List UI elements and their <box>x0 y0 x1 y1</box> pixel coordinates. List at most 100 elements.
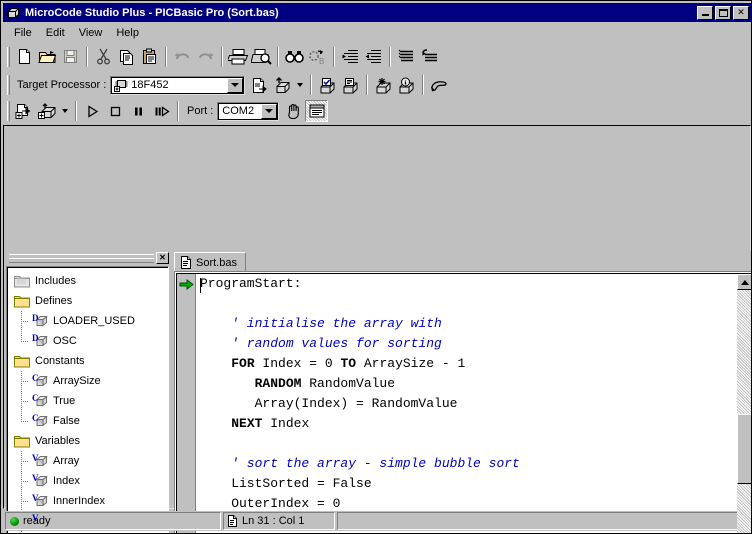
caret-position-text: Ln 31 : Col 1 <box>242 515 304 527</box>
toolbar-separator <box>75 101 77 121</box>
tabstrip-filler <box>246 252 752 272</box>
menu-item-file[interactable]: File <box>7 25 39 41</box>
isd-program-dropdown-button[interactable] <box>59 100 71 122</box>
open-file-button[interactable] <box>36 46 59 68</box>
chip-info-button[interactable] <box>395 74 418 96</box>
chevron-down-icon[interactable] <box>227 78 243 93</box>
undo-button[interactable] <box>171 46 194 68</box>
vertical-scroll-thumb[interactable] <box>737 414 752 484</box>
print-button[interactable] <box>227 46 250 68</box>
application-window: MicroCode Studio Plus - PICBasic Pro (So… <box>0 0 752 534</box>
tree-node-label: OSC <box>53 335 77 347</box>
toolbar-grip[interactable] <box>7 101 10 121</box>
find-button[interactable] <box>283 46 306 68</box>
paste-button[interactable] <box>138 46 161 68</box>
run-button[interactable] <box>81 100 104 122</box>
replace-button[interactable]: B <box>306 46 329 68</box>
code-token: ProgramStart: <box>200 276 301 291</box>
menu-item-help[interactable]: Help <box>109 25 146 41</box>
tree-folder-node[interactable]: Constants <box>8 351 168 371</box>
program-dropdown-button[interactable] <box>294 74 306 96</box>
step-button[interactable] <box>150 100 173 122</box>
program-button[interactable] <box>271 74 294 96</box>
scroll-up-button[interactable] <box>737 274 752 290</box>
tree-item-node[interactable]: VArray <box>8 451 168 471</box>
editor-panel: Sort.bas ProgramStart: ' initialise the … <box>174 251 752 534</box>
code-text-area[interactable]: ProgramStart: ' initialise the array wit… <box>197 274 733 534</box>
tree-folder-node[interactable]: Variables <box>8 431 168 451</box>
status-led-icon <box>10 517 19 526</box>
tree-node-label: Includes <box>35 275 76 287</box>
minimize-button[interactable] <box>697 6 713 20</box>
tree-folder-node[interactable]: Defines <box>8 291 168 311</box>
document-icon <box>180 256 192 269</box>
print-preview-button[interactable] <box>250 46 273 68</box>
indent-button[interactable] <box>339 46 362 68</box>
isd-compile-button[interactable] <box>13 100 36 122</box>
isd-debug-button[interactable] <box>372 74 395 96</box>
tree-item-node[interactable]: VIndex <box>8 471 168 491</box>
constant-cube-icon: C <box>32 414 48 428</box>
compile-button[interactable] <box>248 74 271 96</box>
editor-gutter[interactable] <box>177 274 196 534</box>
tree-item-node[interactable]: CFalse <box>8 411 168 431</box>
define-cube-icon: D <box>32 314 48 328</box>
folder-icon <box>14 434 30 448</box>
menu-item-edit[interactable]: Edit <box>39 25 72 41</box>
code-token: ' random values for sorting <box>200 336 442 351</box>
code-token <box>200 376 255 391</box>
isd-program-button[interactable] <box>36 100 59 122</box>
code-explorer-titlebar[interactable]: ✕ <box>6 251 171 265</box>
chevron-down-icon[interactable] <box>261 104 277 119</box>
editor-vertical-scrollbar[interactable] <box>737 274 752 534</box>
tree-item-node[interactable]: DOSC <box>8 331 168 351</box>
view-compiler-results-button[interactable] <box>316 74 339 96</box>
toolbar-separator <box>310 75 312 95</box>
redo-button[interactable] <box>194 46 217 68</box>
maximize-button[interactable] <box>715 6 731 20</box>
port-combo[interactable]: COM2 <box>217 102 279 121</box>
status-bar: ready Ln 31 : Col 1 <box>3 511 751 531</box>
tree-item-node[interactable]: VInnerIndex <box>8 491 168 511</box>
tree-item-node[interactable]: DLOADER_USED <box>8 311 168 331</box>
close-button[interactable]: ✕ <box>733 6 749 20</box>
toolbar-grip[interactable] <box>7 47 10 67</box>
main-toolbar: B <box>3 43 751 70</box>
stop-button[interactable] <box>104 100 127 122</box>
watch-window-button[interactable] <box>305 100 328 122</box>
close-icon[interactable]: ✕ <box>156 252 169 264</box>
tab-sort-bas[interactable]: Sort.bas <box>174 252 246 272</box>
editor-surface[interactable]: ProgramStart: ' initialise the array wit… <box>176 273 752 534</box>
pause-button[interactable] <box>127 100 150 122</box>
pointer-tool-button[interactable] <box>428 74 451 96</box>
code-token: NEXT <box>231 416 262 431</box>
outdent-button[interactable] <box>362 46 385 68</box>
cut-button[interactable] <box>92 46 115 68</box>
comment-block-button[interactable] <box>395 46 418 68</box>
text-caret <box>200 278 201 293</box>
hand-button[interactable] <box>282 100 305 122</box>
toolbar-grip[interactable] <box>7 75 10 95</box>
folder-icon <box>14 354 30 368</box>
code-token: FOR <box>231 356 254 371</box>
tree-node-label: Index <box>53 475 80 487</box>
new-file-button[interactable] <box>13 46 36 68</box>
variable-cube-icon: V <box>32 494 48 508</box>
code-explorer-panel: ✕ IncludesDefinesDLOADER_USEDDOSCConstan… <box>6 251 171 534</box>
tree-item-node[interactable]: CArraySize <box>8 371 168 391</box>
save-file-button[interactable] <box>59 46 82 68</box>
tree-item-node[interactable]: CTrue <box>8 391 168 411</box>
toolbar-separator <box>86 47 88 67</box>
menu-item-view[interactable]: View <box>72 25 110 41</box>
uncomment-block-button[interactable] <box>418 46 441 68</box>
tree-connector-stub <box>21 501 28 502</box>
view-assembler-button[interactable] <box>339 74 362 96</box>
target-processor-combo[interactable]: 18F452 <box>110 76 245 95</box>
tab-label: Sort.bas <box>196 257 237 269</box>
copy-button[interactable] <box>115 46 138 68</box>
code-line: FOR Index = 0 TO ArraySize - 1 <box>200 354 733 374</box>
panel-grab-handle[interactable] <box>9 254 154 263</box>
code-explorer-treeview[interactable]: IncludesDefinesDLOADER_USEDDOSCConstants… <box>6 266 169 534</box>
tree-folder-node[interactable]: Includes <box>8 271 168 291</box>
port-label: Port : <box>187 105 213 117</box>
